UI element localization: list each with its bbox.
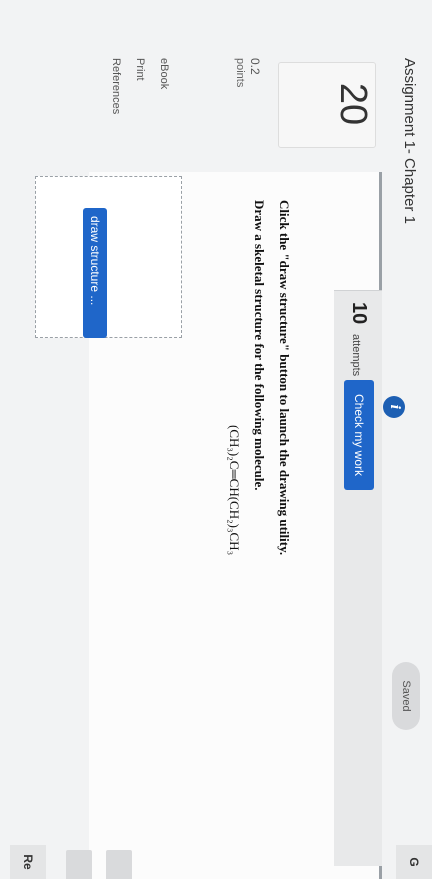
check-my-work-button[interactable]: Check my work bbox=[344, 380, 374, 490]
right-nav-tab[interactable] bbox=[106, 850, 132, 879]
points-value: 0.2 bbox=[248, 58, 262, 75]
instruction-line-1: Click the "draw structure" button to lau… bbox=[277, 200, 292, 556]
points-label: points bbox=[234, 58, 246, 88]
drawing-area bbox=[35, 176, 182, 338]
assignment-title: Assignment 1- Chapter 1 bbox=[401, 58, 418, 224]
attempts-count: 10 bbox=[348, 302, 370, 325]
question-number: 20 bbox=[332, 82, 374, 126]
info-icon[interactable]: i bbox=[383, 396, 405, 418]
saved-status-badge: Saved bbox=[392, 662, 420, 730]
references-link[interactable]: References bbox=[110, 58, 122, 154]
print-link[interactable]: Print bbox=[134, 58, 146, 154]
molecule-formula: (CH₃)₂C═CH(CH₂)₃CH₃ bbox=[227, 425, 242, 556]
draw-structure-button[interactable]: draw structure ... bbox=[83, 208, 107, 338]
right-nav-tab[interactable] bbox=[66, 850, 92, 879]
ebook-link[interactable]: eBook bbox=[158, 58, 170, 154]
review-tab[interactable]: Re bbox=[10, 845, 46, 879]
assignment-page: Assignment 1- Chapter 1 i Saved 20 0.2 p… bbox=[0, 0, 432, 879]
go-tab[interactable]: G bbox=[396, 845, 432, 879]
instruction-line-2: Draw a skeletal structure for the follow… bbox=[252, 200, 267, 491]
